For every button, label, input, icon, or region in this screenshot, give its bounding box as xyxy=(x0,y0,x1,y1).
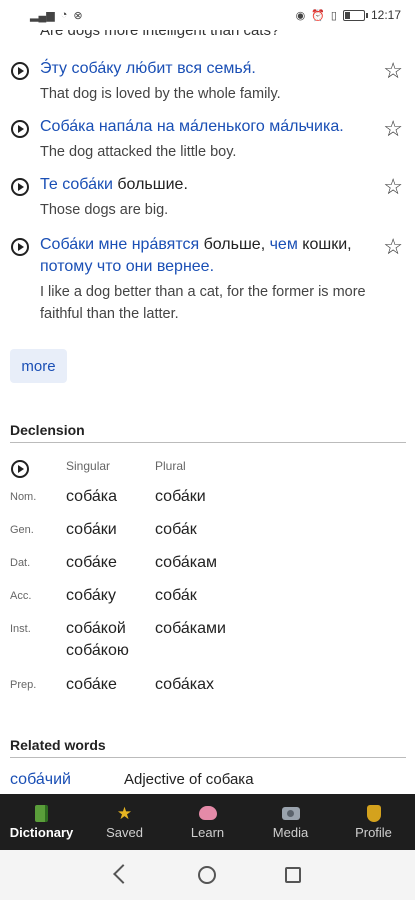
cut-off-example: Are dogs more intelligent than cats? xyxy=(40,30,280,39)
home-icon[interactable] xyxy=(198,866,217,884)
example-ru[interactable]: Те соба́ки большие. xyxy=(40,174,375,196)
notification-icon: ⊗ xyxy=(73,9,83,22)
battery-icon xyxy=(342,9,368,21)
form-plural: соба́ками xyxy=(155,620,226,637)
star-icon[interactable]: ☆ xyxy=(383,236,403,258)
case-label: Nom. xyxy=(10,491,37,503)
form-singular: соба́ке xyxy=(66,676,117,693)
form-singular: соба́кой соба́кою xyxy=(66,620,129,659)
section-divider xyxy=(10,757,406,758)
case-label: Inst. xyxy=(10,623,31,635)
form-plural: соба́ки xyxy=(155,488,206,505)
badge-icon xyxy=(365,804,383,822)
nav-saved[interactable]: ★ Saved xyxy=(83,794,166,850)
back-icon[interactable] xyxy=(114,866,130,884)
form-plural: соба́кам xyxy=(155,554,218,571)
brain-icon xyxy=(198,804,217,822)
example-en: I like a dog better than a cat, for the … xyxy=(40,284,366,322)
related-word-link[interactable]: соба́чий xyxy=(10,771,71,789)
nav-media[interactable]: Media xyxy=(249,794,332,850)
example-ru[interactable]: Соба́ка напа́ла на ма́ленького ма́льчика… xyxy=(40,116,375,138)
play-icon[interactable] xyxy=(11,62,29,80)
play-icon[interactable] xyxy=(11,460,29,478)
example-item: Соба́ка напа́ла на ма́ленького ма́льчика… xyxy=(0,116,415,174)
case-label: Gen. xyxy=(10,524,34,536)
play-icon[interactable] xyxy=(11,120,29,138)
related-word-definition: Adjective of собака xyxy=(124,771,254,788)
form-plural: соба́к xyxy=(155,587,197,604)
bottom-nav: Dictionary ★ Saved Learn Media Profile xyxy=(0,794,415,850)
camera-icon xyxy=(281,804,300,822)
eye-icon: ◉ xyxy=(295,9,306,22)
form-singular: соба́ку xyxy=(66,587,116,604)
more-button[interactable]: more xyxy=(10,349,67,383)
system-nav-bar xyxy=(0,850,415,900)
wifi-icon: ◔ xyxy=(60,9,68,21)
example-item: Э́ту соба́ку лю́бит вся семья́. That dog… xyxy=(0,58,415,116)
play-icon[interactable] xyxy=(11,178,29,196)
star-icon[interactable]: ☆ xyxy=(383,118,403,140)
case-label: Prep. xyxy=(10,679,37,691)
form-singular: соба́ка xyxy=(66,488,118,505)
play-icon[interactable] xyxy=(11,238,29,256)
status-time: 12:17 xyxy=(370,8,401,22)
related-title: Related words xyxy=(10,737,106,753)
form-singular: соба́ке xyxy=(66,554,117,571)
vibrate-icon: ▯ xyxy=(330,9,337,22)
form-singular: соба́ки xyxy=(66,521,117,538)
example-en: The dog attacked the little boy. xyxy=(40,144,237,160)
book-icon xyxy=(33,804,51,822)
status-bar: ▂▄▆ ◔ ⊗ ◉ ⏰ ▯ 12:17 xyxy=(0,0,415,30)
nav-learn[interactable]: Learn xyxy=(166,794,249,850)
example-item: Те соба́ки большие. Those dogs are big. … xyxy=(0,174,415,234)
column-header-plural: Plural xyxy=(155,459,186,473)
example-ru[interactable]: Э́ту соба́ку лю́бит вся семья́. xyxy=(40,58,375,80)
nav-profile[interactable]: Profile xyxy=(332,794,415,850)
alarm-icon: ⏰ xyxy=(311,9,325,22)
star-icon[interactable]: ☆ xyxy=(383,176,403,198)
section-divider xyxy=(10,442,406,443)
recent-apps-icon[interactable] xyxy=(284,867,301,883)
case-label: Dat. xyxy=(10,557,31,569)
examples-list: Э́ту соба́ку лю́бит вся семья́. That dog… xyxy=(0,58,415,325)
example-en: Those dogs are big. xyxy=(40,202,169,218)
star-icon[interactable]: ☆ xyxy=(383,60,403,82)
signal-icon: ▂▄▆ xyxy=(30,9,55,22)
example-en: That dog is loved by the whole family. xyxy=(40,86,281,102)
case-label: Acc. xyxy=(10,590,32,602)
declension-title: Declension xyxy=(10,422,85,438)
example-item: Соба́ки мне нра́вятся больше, чем кошки,… xyxy=(0,234,415,325)
example-ru[interactable]: Соба́ки мне нра́вятся больше, чем кошки,… xyxy=(40,234,375,278)
column-header-singular: Singular xyxy=(66,459,111,473)
star-icon: ★ xyxy=(116,803,133,823)
form-plural: соба́ках xyxy=(155,676,215,693)
form-plural: соба́к xyxy=(155,521,197,538)
nav-dictionary[interactable]: Dictionary xyxy=(0,794,83,850)
